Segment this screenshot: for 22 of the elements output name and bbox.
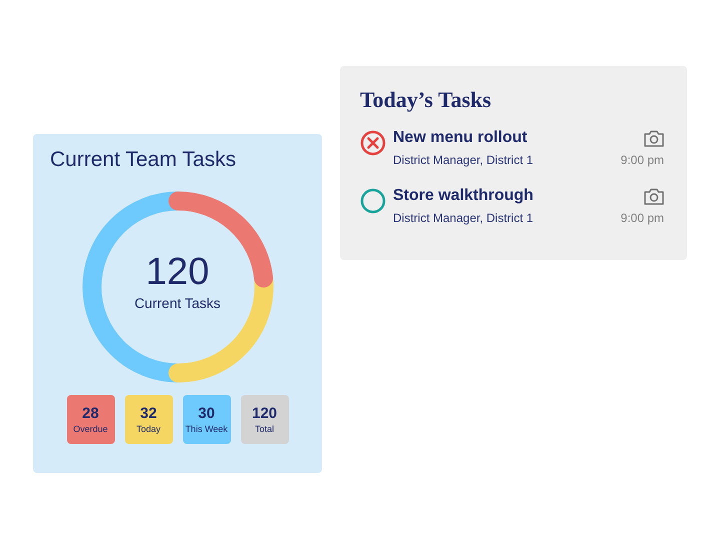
stat-value: 120: [252, 404, 278, 424]
task-time: 9:00 pm: [620, 152, 664, 168]
stat-value: 28: [82, 404, 99, 424]
stat-label: Overdue: [73, 424, 108, 435]
stat-value: 30: [198, 404, 215, 424]
task-time: 9:00 pm: [620, 210, 664, 226]
count-label: Current Tasks: [134, 294, 221, 313]
task-name[interactable]: Store walkthrough: [393, 186, 614, 206]
task-name[interactable]: New menu rollout: [393, 128, 614, 148]
task-assignee: District Manager, District 1: [393, 210, 534, 226]
stat-label: Total: [254, 424, 274, 435]
card-title: Current Team Tasks: [50, 147, 237, 173]
card-title: Today’s Tasks: [360, 86, 492, 114]
total-count: 120: [146, 252, 210, 291]
camera-icon[interactable]: [644, 188, 664, 204]
circle-icon: [360, 188, 386, 214]
camera-icon[interactable]: [644, 130, 664, 146]
x-circle-icon: [360, 130, 386, 156]
stat-value: 32: [140, 404, 157, 424]
task-assignee: District Manager, District 1: [393, 152, 534, 168]
stat-label: This Week: [185, 424, 228, 435]
stat-label: Today: [136, 424, 161, 435]
